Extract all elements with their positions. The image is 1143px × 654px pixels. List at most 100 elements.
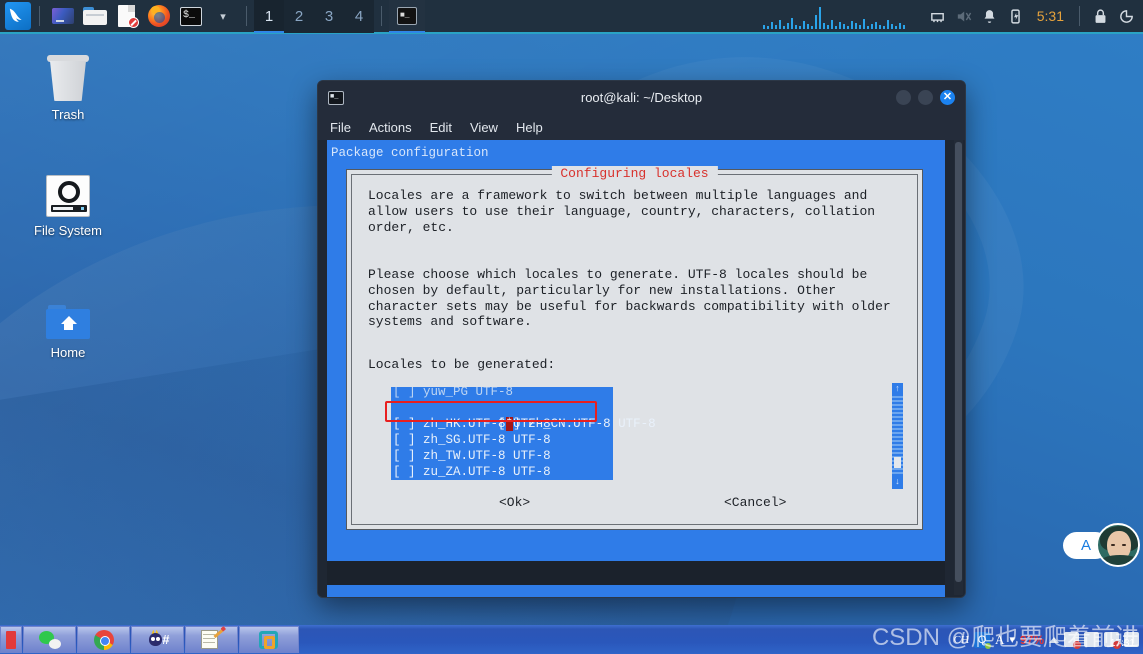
list-item[interactable]: [ ] zh_TW.UTF-8 UTF-8: [391, 448, 613, 464]
terminal-launcher-button[interactable]: $_: [176, 1, 206, 31]
battery-icon[interactable]: [1003, 0, 1029, 33]
package-configuration-header: Package configuration: [331, 146, 489, 160]
input-method-widget[interactable]: A: [1063, 523, 1140, 567]
chevron-down-icon[interactable]: ▾: [1009, 633, 1015, 646]
menu-view[interactable]: View: [470, 120, 498, 135]
terminal-window[interactable]: ■_ root@kali: ~/Desktop ✕ File Actions E…: [317, 80, 966, 598]
desktop-icon-label: Home: [50, 345, 86, 360]
terminal-icon: ■_: [397, 7, 417, 25]
desktop-icon-label: Trash: [51, 107, 85, 122]
scroll-up-arrow[interactable]: ↑: [892, 383, 903, 396]
show-hidden-icons-arrow[interactable]: [1049, 636, 1059, 643]
terminal-content: Package configuration Configuring locale…: [318, 140, 965, 597]
taskbar-wechat[interactable]: [23, 626, 76, 653]
list-item-check-mark: [401, 465, 409, 479]
scroll-down-arrow[interactable]: ↓: [892, 476, 903, 489]
scroll-thumb[interactable]: [894, 457, 901, 468]
menu-edit[interactable]: Edit: [430, 120, 452, 135]
panel-clock[interactable]: 5:31: [1029, 8, 1072, 24]
ok-button[interactable]: <Ok>: [499, 495, 530, 510]
list-item[interactable]: [*] zh_CN.UTF-8 UTF-8: [391, 400, 656, 431]
menu-actions[interactable]: Actions: [369, 120, 412, 135]
list-item-check-mark: [401, 387, 409, 399]
terminal-scrollbar[interactable]: [954, 140, 963, 595]
notifications-icon[interactable]: [977, 0, 1003, 33]
trash-icon: [46, 55, 90, 101]
tray-icon-2[interactable]: [1084, 632, 1099, 647]
list-item-checkbox[interactable]: [ ]: [393, 465, 423, 479]
listbox-scrollbar[interactable]: ↑ ↓: [892, 383, 903, 489]
kali-menu-button[interactable]: [1, 1, 31, 31]
dialog-legend: Configuring locales: [551, 166, 718, 181]
list-item[interactable]: [ ] zu_ZA.UTF-8 UTF-8: [391, 464, 613, 480]
maximize-button[interactable]: [918, 90, 933, 105]
list-item[interactable]: [ ] yuw_PG UTF-8: [391, 387, 613, 400]
panel-separator: [39, 6, 40, 26]
folder-icon: [83, 7, 107, 25]
list-item-text: zh_CN.UTF-8 UTF-8: [528, 417, 656, 431]
terminal-scroll-thumb[interactable]: [955, 142, 962, 582]
window-menubar: File Actions Edit View Help: [318, 114, 965, 140]
desktop-icon-file-system[interactable]: File System: [13, 175, 123, 238]
debconf-backdrop: Package configuration Configuring locale…: [327, 140, 945, 561]
taskbar-app-1[interactable]: [0, 626, 22, 653]
terminal-blank-area: [327, 561, 945, 585]
debconf-bottom-edge: [327, 585, 945, 597]
box-icon: [258, 630, 280, 650]
search-badge-icon[interactable]: Q: [974, 631, 992, 649]
panel-separator: [1079, 6, 1080, 26]
workspace-3[interactable]: 3: [314, 0, 344, 33]
minimize-button[interactable]: [896, 90, 911, 105]
network-icon[interactable]: [925, 0, 951, 33]
document-icon: [117, 5, 139, 28]
window-titlebar[interactable]: ■_ root@kali: ~/Desktop ✕: [318, 81, 965, 114]
desktop-icon-trash[interactable]: Trash: [13, 55, 123, 122]
red-app-icon: [6, 630, 16, 649]
wechat-icon: [38, 630, 61, 649]
list-item-checkbox[interactable]: [ ]: [393, 449, 423, 463]
locales-listbox[interactable]: [ ] yuw_PG UTF-8 [*] zh_CN.UTF-8 UTF-8 […: [385, 387, 656, 480]
text-editor-button[interactable]: [112, 1, 142, 31]
taskbar-bird-app[interactable]: #: [131, 626, 184, 653]
ime-indicator[interactable]: CH: [954, 634, 969, 646]
file-manager-button[interactable]: [80, 1, 110, 31]
workspace-2[interactable]: 2: [284, 0, 314, 33]
volume-muted-icon[interactable]: [951, 0, 977, 33]
desktop-icon-home[interactable]: Home: [13, 305, 123, 360]
launcher-more-button[interactable]: ▾: [208, 1, 238, 31]
avatar[interactable]: [1096, 523, 1140, 567]
chrome-icon: [93, 629, 114, 650]
close-button[interactable]: ✕: [940, 90, 955, 105]
taskbar-clock[interactable]: 17:31: [1110, 638, 1135, 649]
font-indicator[interactable]: A: [995, 632, 1004, 648]
notepad-pencil-icon: [200, 628, 224, 650]
taskbar-notepad[interactable]: [185, 626, 238, 653]
panel-separator: [246, 6, 247, 26]
panel-separator: [381, 6, 382, 26]
dialog-paragraph-2: Please choose which locales to generate.…: [368, 267, 891, 330]
firefox-button[interactable]: [144, 1, 174, 31]
user-icon[interactable]: [1113, 0, 1139, 33]
workspace-4[interactable]: 4: [344, 0, 374, 33]
cancel-button[interactable]: <Cancel>: [724, 495, 786, 510]
workspace-1[interactable]: 1: [254, 0, 284, 33]
dialog-inner-frame: Configuring locales Locales are a framew…: [351, 166, 918, 525]
taskbar-box-app[interactable]: [239, 626, 299, 653]
window-title: root@kali: ~/Desktop: [580, 90, 703, 105]
taskbar-tray: CH Q A ▾ 97% 17:31: [954, 625, 1143, 654]
kali-dragon-icon: [5, 2, 31, 30]
taskbar-chrome[interactable]: [77, 626, 130, 653]
list-item-checkbox[interactable]: [ ]: [393, 387, 423, 399]
menu-file[interactable]: File: [330, 120, 351, 135]
bird-hash-icon: #: [147, 629, 170, 650]
tray-icon-1[interactable]: [1064, 632, 1081, 649]
task-button-terminal[interactable]: ■_: [389, 0, 425, 33]
chevron-down-icon: ▾: [220, 10, 226, 23]
top-panel: $_ ▾ 1 2 3 4 ■_ 5:31: [0, 0, 1143, 34]
list-item-text: zu_ZA.UTF-8 UTF-8: [423, 465, 551, 479]
show-desktop-button[interactable]: [48, 1, 78, 31]
lock-icon[interactable]: [1087, 0, 1113, 33]
list-item-check-mark: [401, 449, 409, 463]
menu-help[interactable]: Help: [516, 120, 543, 135]
list-item-checkbox[interactable]: [*]: [498, 417, 528, 431]
